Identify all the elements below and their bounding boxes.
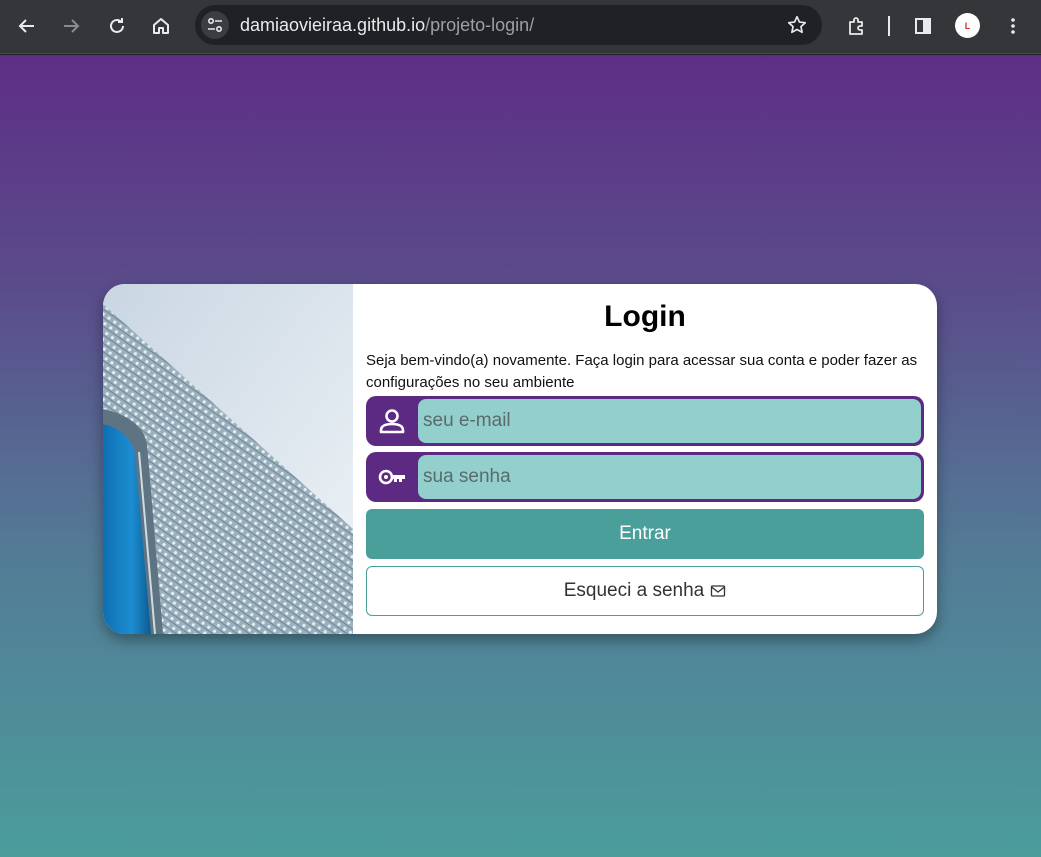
toolbar-divider <box>888 16 890 36</box>
address-bar[interactable]: damiaovieiraa.github.io/projeto-login/ <box>195 5 822 45</box>
url-path: /projeto-login/ <box>425 15 535 35</box>
page-title: Login <box>604 300 686 333</box>
side-panel-button[interactable] <box>908 11 938 41</box>
user-icon <box>379 409 405 434</box>
forgot-password-label: Esqueci a senha <box>563 580 705 601</box>
login-card: Login Seja bem-vindo(a) novamente. Faça … <box>103 284 937 634</box>
login-button[interactable]: Entrar <box>366 509 924 559</box>
more-menu-icon <box>1011 18 1015 34</box>
forward-button[interactable] <box>56 11 86 41</box>
profile-avatar[interactable]: L <box>955 13 980 38</box>
back-arrow-icon <box>18 19 34 33</box>
email-field-group <box>366 396 924 446</box>
key-icon <box>378 469 405 485</box>
building-photo <box>103 284 353 634</box>
password-field-group <box>366 452 924 502</box>
home-icon <box>153 18 169 34</box>
more-menu-button[interactable] <box>998 11 1028 41</box>
site-info-button[interactable] <box>201 11 229 39</box>
password-input[interactable] <box>418 455 921 499</box>
site-settings-icon <box>207 17 223 33</box>
back-button[interactable] <box>12 11 42 41</box>
url-host: damiaovieiraa.github.io <box>240 15 426 35</box>
reload-button[interactable] <box>102 11 132 41</box>
envelope-icon <box>711 585 726 597</box>
extensions-icon <box>849 17 863 35</box>
side-panel-icon <box>915 18 931 34</box>
bookmark-star-icon[interactable] <box>786 14 808 36</box>
email-icon-slot <box>366 396 418 446</box>
forward-arrow-icon <box>64 19 80 33</box>
home-button[interactable] <box>146 11 176 41</box>
welcome-text: Seja bem-vindo(a) novamente. Faça login … <box>366 352 918 391</box>
page-background: Login Seja bem-vindo(a) novamente. Faça … <box>0 55 1041 857</box>
password-icon-slot <box>366 452 418 502</box>
email-input[interactable] <box>418 399 921 443</box>
building-illustration <box>103 284 353 634</box>
browser-toolbar: damiaovieiraa.github.io/projeto-login/ L <box>0 0 1041 54</box>
url-text: damiaovieiraa.github.io/projeto-login/ <box>240 15 534 36</box>
reload-icon <box>110 18 124 33</box>
extensions-button[interactable] <box>841 11 871 41</box>
forgot-password-button[interactable]: Esqueci a senha <box>366 566 924 616</box>
